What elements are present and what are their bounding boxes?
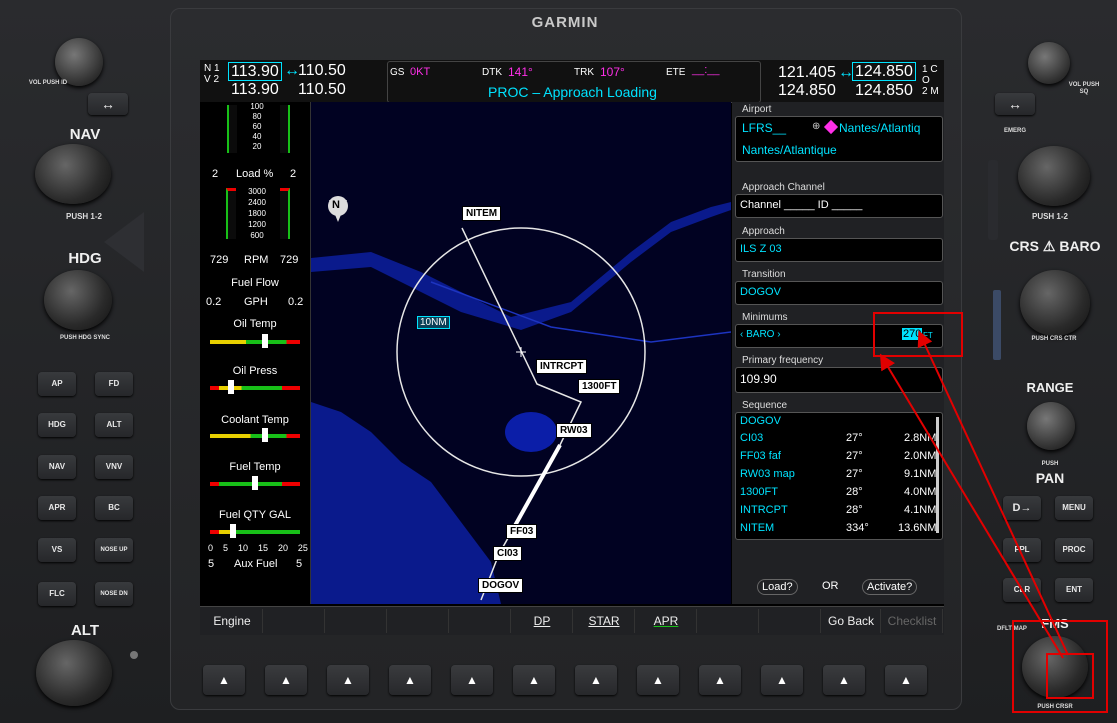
annotation-arrow-left bbox=[879, 353, 1064, 659]
annotation-arrows bbox=[879, 330, 1069, 659]
annotation-arrow-right bbox=[917, 330, 1069, 656]
